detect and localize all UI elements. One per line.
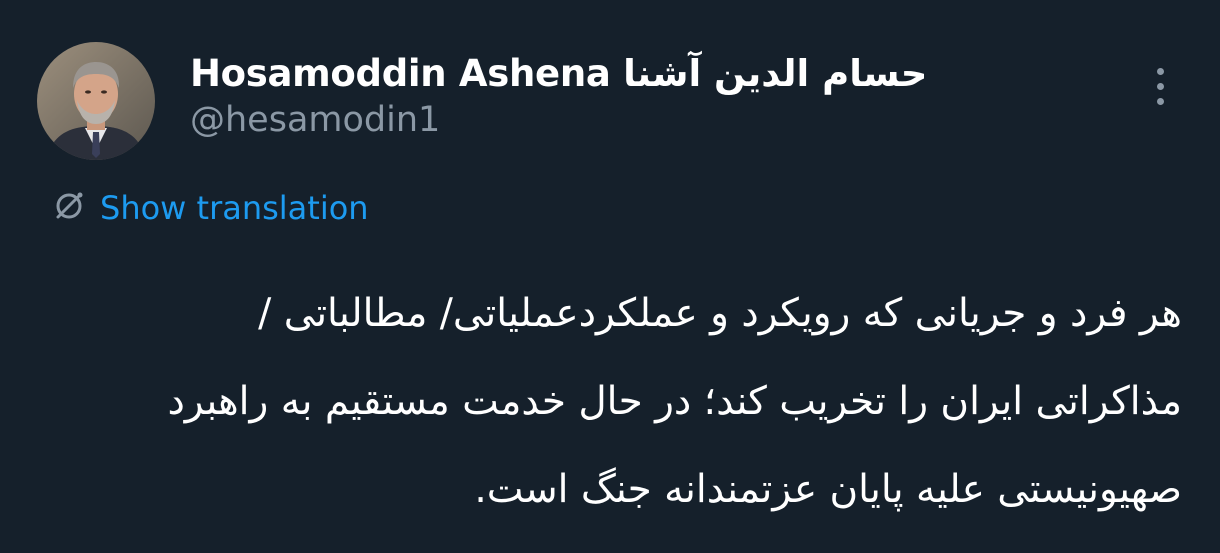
tweet-text-line: صهیونیستی علیه پایان عزتمندانه جنگ است.: [474, 467, 1182, 512]
tweet-card: Hosamoddin Ashena حسام الدین آشنا @hesam…: [0, 0, 1220, 553]
author-name-row[interactable]: Hosamoddin Ashena حسام الدین آشنا: [190, 48, 928, 98]
tweet-text-line: هر فرد و جریانی که رویکرد و عملکردعملیات…: [258, 291, 1182, 336]
avatar-image: [37, 42, 155, 160]
more-vertical-icon: [1156, 97, 1164, 105]
avatar[interactable]: [37, 42, 155, 160]
show-translation-label: Show translation: [100, 189, 369, 227]
show-translation-button[interactable]: Show translation: [52, 186, 369, 230]
display-name[interactable]: Hosamoddin Ashena حسام الدین آشنا: [190, 52, 928, 95]
more-vertical-icon: [1156, 67, 1164, 75]
more-options-button[interactable]: [1140, 60, 1180, 112]
more-vertical-icon: [1156, 82, 1164, 90]
author-handle[interactable]: @hesamodin1: [190, 100, 440, 140]
tweet-text-line: مذاکراتی ایران را تخریب کند؛ در حال خدمت…: [167, 379, 1182, 424]
tweet-text: هر فرد و جریانی که رویکرد و عملکردعملیات…: [40, 270, 1182, 534]
translate-icon: [52, 189, 86, 227]
